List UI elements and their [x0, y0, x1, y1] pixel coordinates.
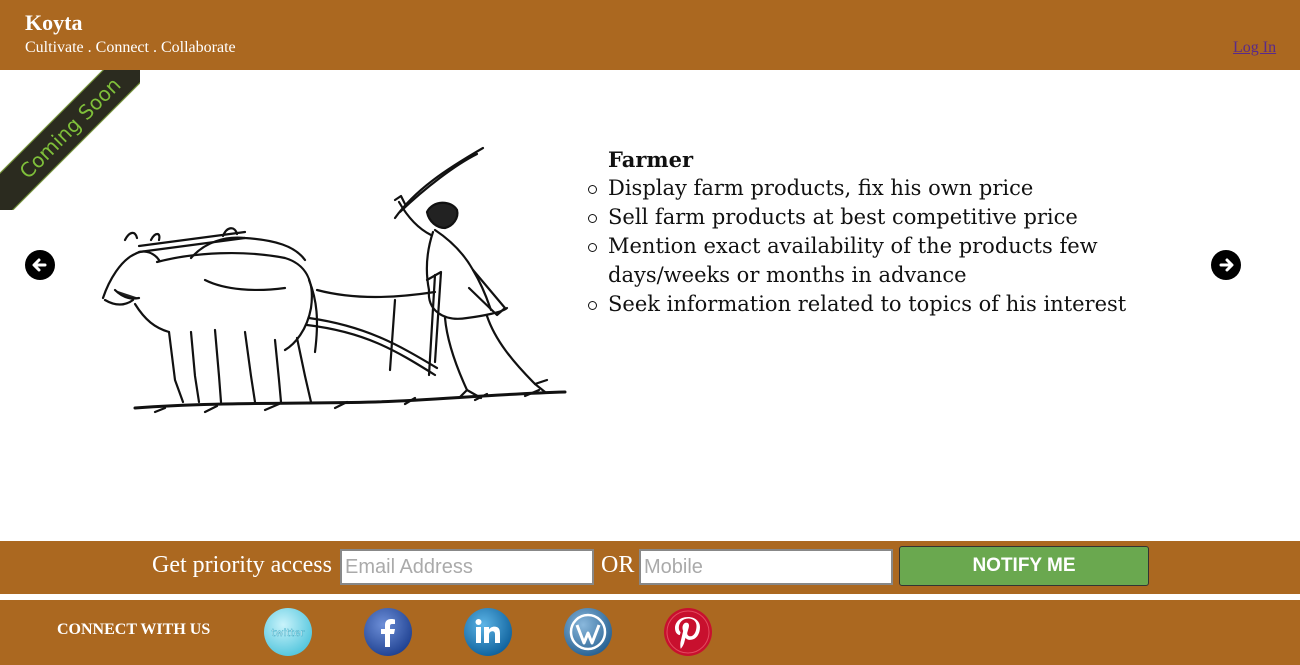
- role-title: Farmer: [608, 147, 694, 172]
- role-description-panel: Farmer Display farm products, fix his ow…: [585, 145, 1225, 319]
- arrow-left-icon: [32, 258, 47, 272]
- facebook-icon[interactable]: [363, 607, 413, 657]
- email-field[interactable]: Email Address: [340, 549, 594, 585]
- twitter-icon[interactable]: twitter: [263, 607, 313, 657]
- wordpress-icon[interactable]: [563, 607, 613, 657]
- priority-access-bar: Get priority access Email Address OR Mob…: [0, 541, 1300, 594]
- list-item: Display farm products, fix his own price: [588, 174, 1225, 203]
- login-link[interactable]: Log In: [1233, 39, 1276, 57]
- list-item: Sell farm products at best competitive p…: [588, 203, 1225, 232]
- connect-with-us-label: CONNECT WITH US: [57, 621, 211, 638]
- site-brand[interactable]: Koyta: [25, 10, 82, 36]
- priority-access-label: Get priority access: [152, 552, 332, 578]
- twitter-wordmark: twitter: [272, 628, 306, 639]
- mobile-field[interactable]: Mobile: [639, 549, 893, 585]
- list-item: Seek information related to topics of hi…: [588, 290, 1225, 319]
- site-footer: CONNECT WITH US twitter: [0, 600, 1300, 665]
- pinterest-icon[interactable]: [663, 607, 713, 657]
- farmer-plowing-illustration: [101, 146, 567, 414]
- site-tagline: Cultivate . Connect . Collaborate: [25, 39, 236, 56]
- or-label: OR: [601, 552, 635, 578]
- carousel-prev-button[interactable]: [25, 250, 55, 280]
- site-header: Koyta Cultivate . Connect . Collaborate …: [0, 0, 1300, 70]
- list-item: Mention exact availability of the produc…: [588, 232, 1225, 290]
- role-feature-list: Display farm products, fix his own price…: [585, 174, 1225, 319]
- notify-me-button[interactable]: NOTIFY ME: [899, 546, 1149, 586]
- linkedin-icon[interactable]: [463, 607, 513, 657]
